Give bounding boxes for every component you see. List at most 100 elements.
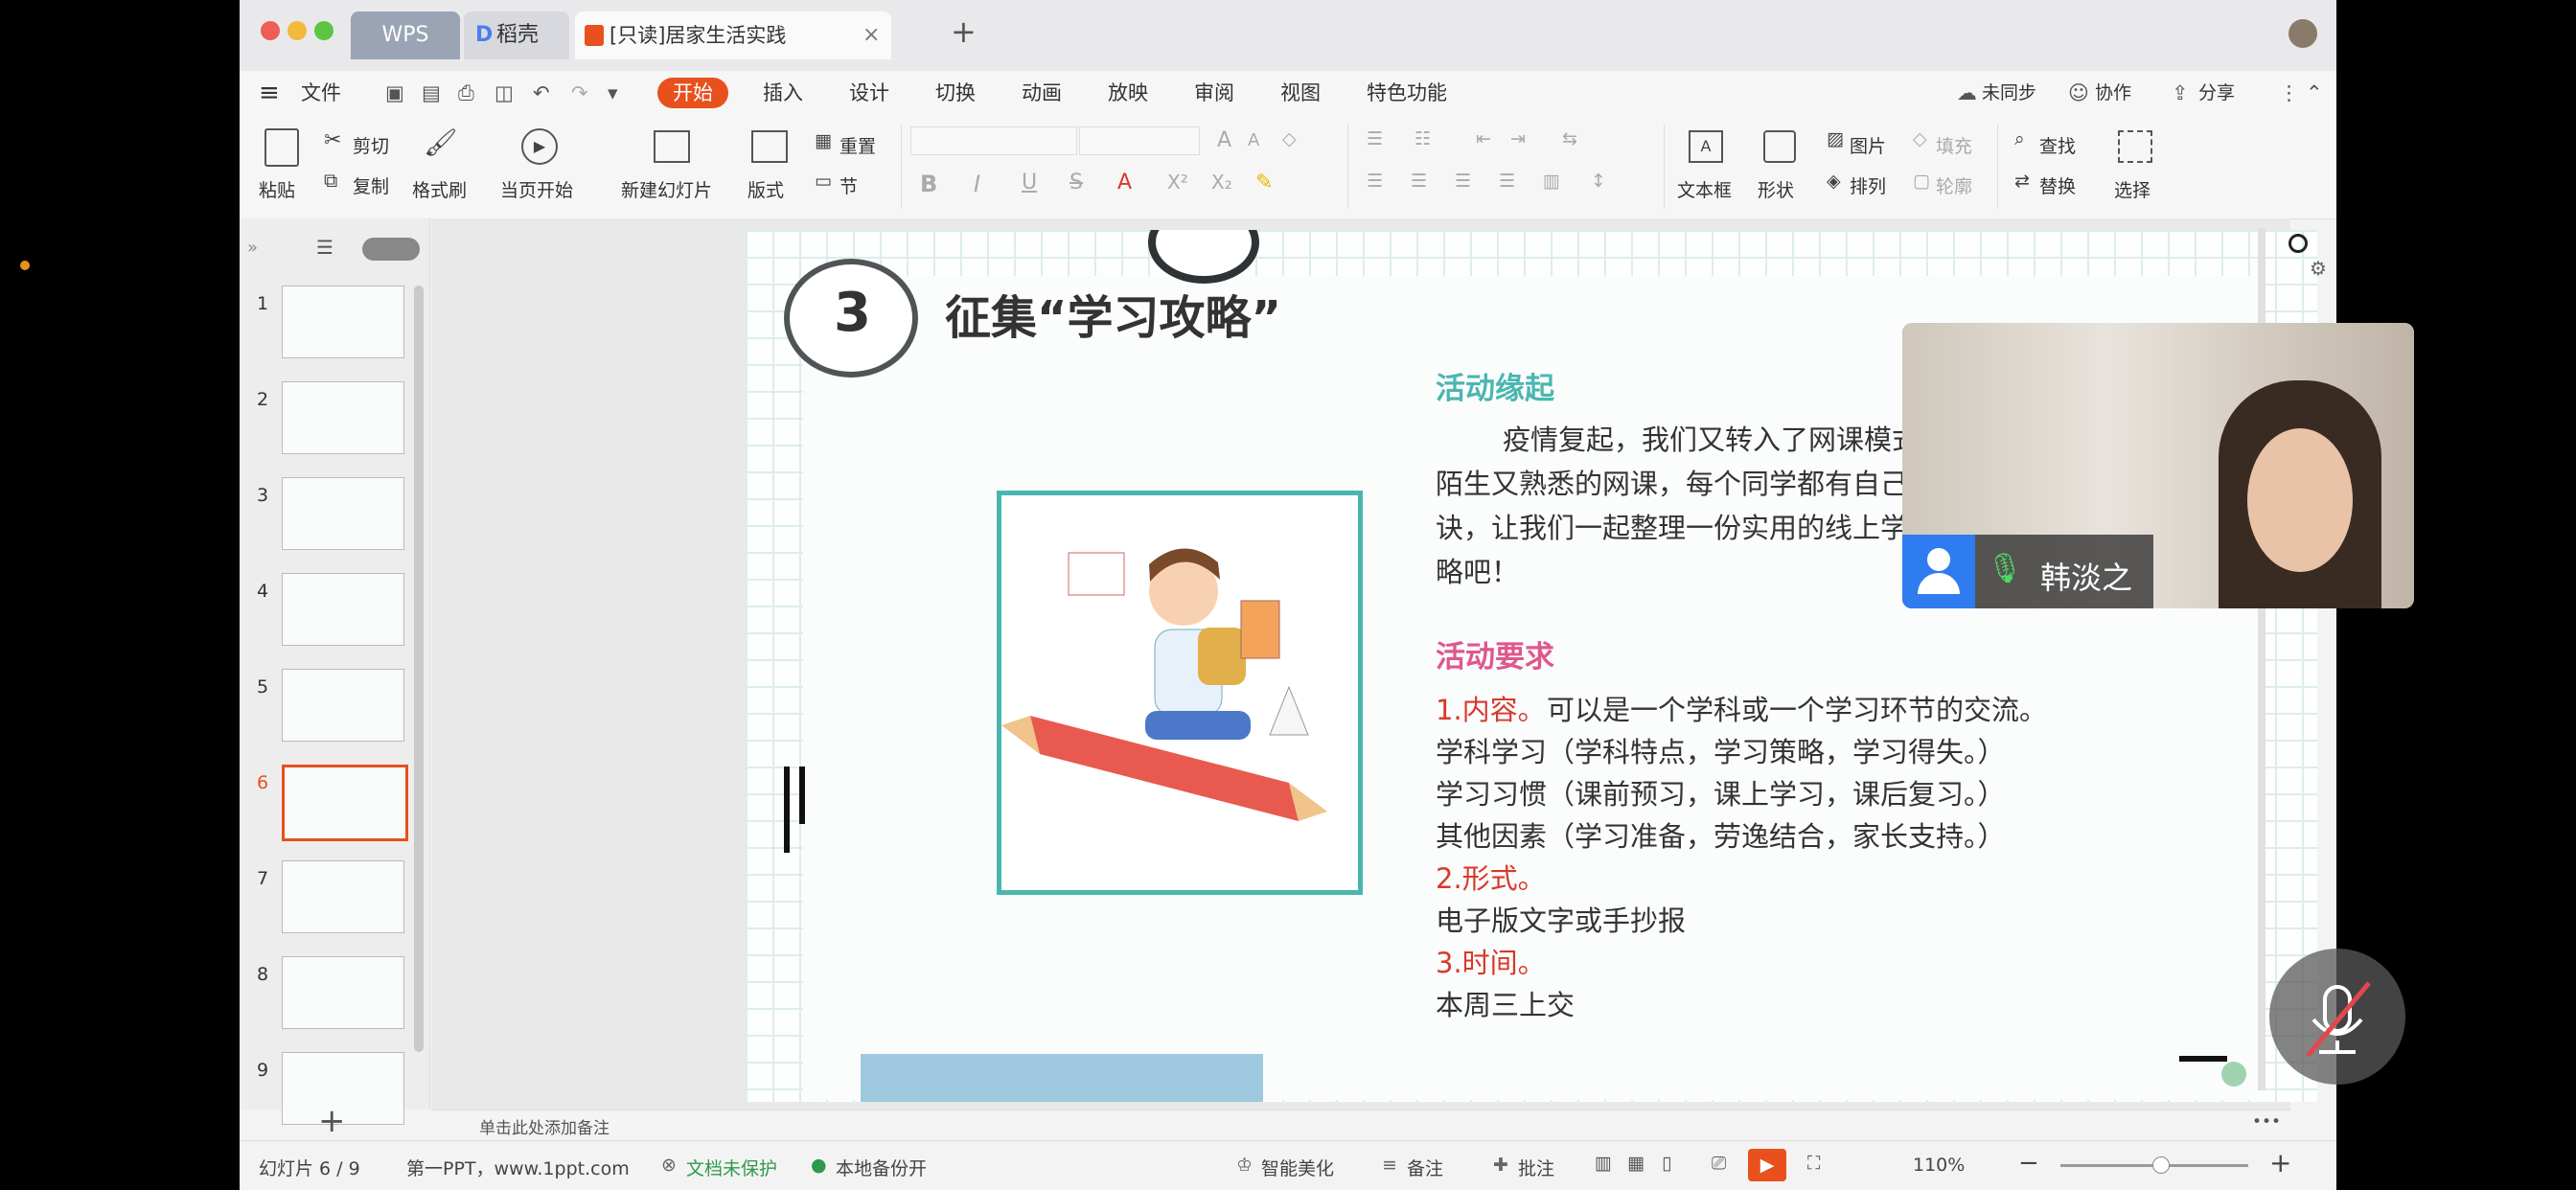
share-button[interactable]: 分享 (2198, 71, 2235, 115)
section-button[interactable]: 节 (840, 172, 858, 198)
distribute-icon[interactable]: ▥ (1543, 171, 1560, 192)
collapse-ribbon-icon[interactable]: ⌃ (2306, 71, 2323, 115)
backup-status[interactable]: 本地备份开 (836, 1155, 927, 1180)
copy-button[interactable]: 复制 (353, 172, 389, 198)
arrange-button[interactable]: 排列 (1850, 172, 1886, 198)
screen-capture-icon[interactable]: ⎚ (1712, 1153, 1726, 1174)
menu-file[interactable]: 文件 (301, 71, 341, 115)
beautify-button[interactable]: 智能美化 (1261, 1155, 1334, 1180)
reset-button[interactable]: 重置 (840, 132, 876, 158)
menu-start[interactable]: 开始 (657, 78, 728, 108)
zoom-slider-thumb[interactable] (2152, 1156, 2170, 1174)
settings-sliders-icon[interactable]: ⚙ (2310, 257, 2327, 280)
cut-button[interactable]: 剪切 (353, 132, 389, 158)
user-avatar[interactable] (2288, 19, 2317, 48)
text-direction-icon[interactable]: ⇆ (1562, 128, 1577, 149)
slide-thumbnail[interactable] (282, 860, 404, 933)
subscript-icon[interactable]: X₂ (1211, 171, 1232, 194)
sorter-view-icon[interactable]: ▦ (1627, 1153, 1644, 1174)
minimize-window-button[interactable] (288, 21, 307, 40)
export-pdf-icon[interactable]: ▤ (422, 71, 441, 115)
menu-switch[interactable]: 切换 (935, 71, 976, 115)
redo-icon[interactable]: ↷ (571, 71, 588, 115)
numbering-icon[interactable]: ☷ (1414, 128, 1431, 149)
slide-thumbnail[interactable] (282, 286, 404, 358)
tab-wps[interactable]: WPS (351, 11, 460, 59)
comment-toggle[interactable]: 批注 (1518, 1155, 1554, 1180)
hamburger-icon[interactable]: ≡ (259, 71, 280, 115)
customize-dropdown-icon[interactable]: ▾ (608, 71, 618, 115)
new-slide-button[interactable]: 新建幻灯片 (621, 176, 712, 202)
italic-icon[interactable]: I (974, 171, 980, 197)
maximize-window-button[interactable] (314, 21, 334, 40)
shape-button[interactable]: 形状 (1758, 176, 1794, 202)
slide-thumbnail[interactable] (282, 765, 408, 841)
outline-view-icon[interactable]: ☰ (316, 236, 334, 259)
bullets-icon[interactable]: ☰ (1367, 128, 1383, 149)
align-center-icon[interactable]: ☰ (1411, 171, 1427, 192)
microphone-muted-button[interactable] (2269, 949, 2405, 1085)
align-left-icon[interactable]: ☰ (1367, 171, 1383, 192)
undo-icon[interactable]: ↶ (533, 71, 550, 115)
slide-thumbnail[interactable] (282, 669, 404, 742)
menu-insert[interactable]: 插入 (763, 71, 803, 115)
layout-button[interactable]: 版式 (748, 176, 784, 202)
font-size-select[interactable] (1079, 126, 1200, 155)
font-name-select[interactable] (910, 126, 1077, 155)
reading-view-icon[interactable]: ▯ (1662, 1153, 1671, 1174)
close-tab-icon[interactable]: × (862, 11, 880, 59)
picture-button[interactable]: 图片 (1850, 132, 1886, 158)
menu-animation[interactable]: 动画 (1022, 71, 1062, 115)
add-slide-button[interactable]: + (318, 1102, 346, 1140)
slide-thumbnail[interactable] (282, 573, 404, 646)
select-button[interactable]: 选择 (2114, 176, 2150, 202)
replace-button[interactable]: 替换 (2039, 172, 2076, 198)
slide-thumbnail[interactable] (282, 477, 404, 550)
increase-font-icon[interactable]: A (1217, 128, 1231, 152)
format-brush-button[interactable]: 格式刷 (412, 176, 467, 202)
fit-window-icon[interactable]: ⛶ (1807, 1153, 1820, 1174)
menu-special[interactable]: 特色功能 (1367, 71, 1447, 115)
notes-pane[interactable]: 单击此处添加备注 ••• (431, 1110, 2290, 1138)
thumbnail-view-toggle[interactable] (362, 238, 420, 261)
close-window-button[interactable] (261, 21, 280, 40)
menu-review[interactable]: 审阅 (1194, 71, 1234, 115)
decrease-indent-icon[interactable]: ⇤ (1476, 128, 1491, 149)
menu-play[interactable]: 放映 (1108, 71, 1148, 115)
normal-view-icon[interactable]: ▥ (1595, 1153, 1612, 1174)
align-right-icon[interactable]: ☰ (1455, 171, 1471, 192)
menu-design[interactable]: 设计 (849, 71, 889, 115)
increase-indent-icon[interactable]: ⇥ (1510, 128, 1526, 149)
slide-thumbnail[interactable] (282, 956, 404, 1029)
unsync-status[interactable]: 未同步 (1982, 71, 2036, 115)
strikethrough-icon[interactable]: S (1070, 171, 1083, 195)
print-icon[interactable]: ⎙ (458, 71, 474, 115)
video-call-window[interactable]: 🎙 韩淡之 (1902, 323, 2414, 608)
preview-icon[interactable]: ◫ (494, 71, 514, 115)
protect-status[interactable]: 文档未保护 (686, 1155, 777, 1180)
tab-daoke[interactable]: D 稻壳 (464, 11, 569, 59)
menu-view[interactable]: 视图 (1280, 71, 1321, 115)
justify-icon[interactable]: ☰ (1499, 171, 1515, 192)
collab-button[interactable]: 协作 (2095, 71, 2131, 115)
save-icon[interactable]: ▣ (385, 71, 404, 115)
expand-panel-icon[interactable]: » (247, 238, 258, 258)
textbox-button[interactable]: 文本框 (1677, 176, 1732, 202)
thumbnail-scrollbar[interactable] (414, 286, 424, 1052)
slide-thumbnail[interactable] (282, 381, 404, 454)
fill-button[interactable]: 填充 (1936, 132, 1972, 158)
zoom-in-button[interactable]: + (2269, 1147, 2291, 1179)
zoom-out-button[interactable]: − (2018, 1149, 2039, 1178)
tab-document[interactable]: [只读]居家生活实践11.28.pptx × (575, 11, 891, 95)
highlight-icon[interactable]: ✎ (1255, 171, 1273, 195)
play-slideshow-button[interactable]: ▶ (1748, 1149, 1786, 1181)
notes-more-icon[interactable]: ••• (2252, 1112, 2281, 1132)
decrease-font-icon[interactable]: A (1248, 130, 1259, 150)
find-button[interactable]: 查找 (2039, 132, 2076, 158)
underline-icon[interactable]: U (1022, 171, 1037, 195)
notes-toggle[interactable]: 备注 (1407, 1155, 1443, 1180)
font-color-icon[interactable]: A (1117, 171, 1132, 195)
superscript-icon[interactable]: X² (1167, 171, 1188, 194)
zoom-level[interactable]: 110% (1913, 1155, 1965, 1176)
line-spacing-icon[interactable]: ↕ (1591, 171, 1606, 192)
